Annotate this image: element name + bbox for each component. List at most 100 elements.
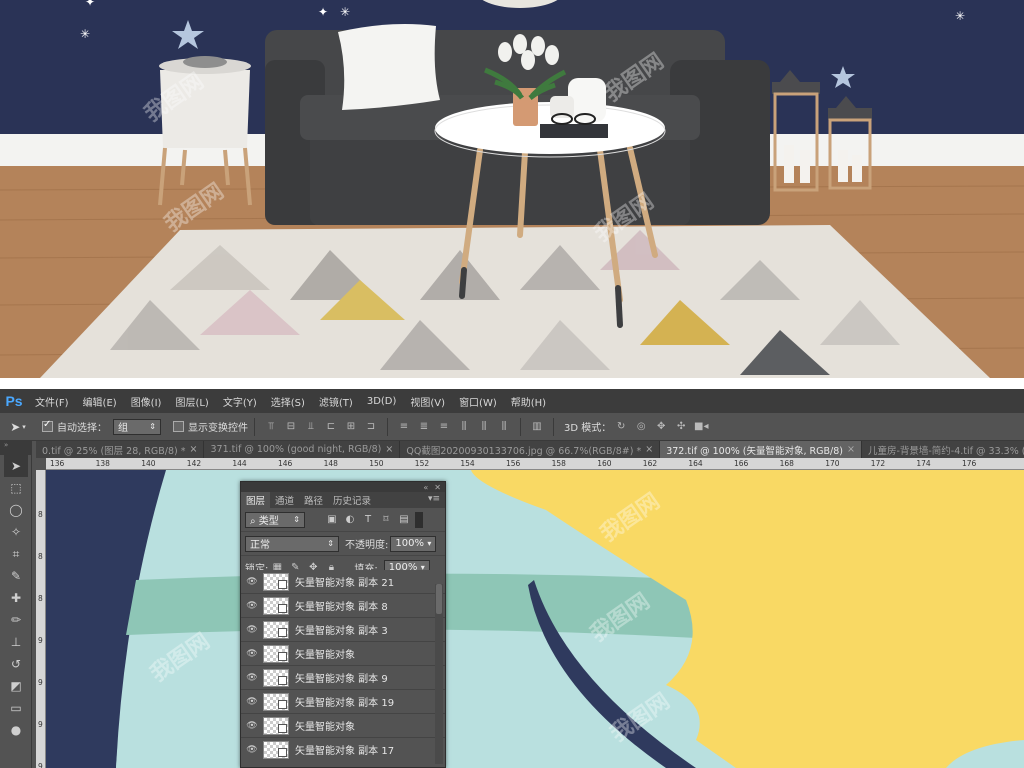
healing-tool[interactable]: ✚ <box>4 587 28 609</box>
distribute-vcenter-icon[interactable]: ≣ <box>417 420 431 434</box>
tab-channels[interactable]: 通道 <box>270 492 299 508</box>
menu-type[interactable]: 文字(Y) <box>216 394 264 409</box>
3d-pan-icon[interactable]: ✥ <box>654 420 668 434</box>
brush-tool[interactable]: ✏ <box>4 609 28 631</box>
move-icon: ➤ <box>10 459 22 473</box>
auto-select-checkbox[interactable] <box>42 419 53 432</box>
eyedropper-tool[interactable]: ✎ <box>4 565 28 587</box>
close-icon[interactable]: ✕ <box>434 483 441 492</box>
tab-layers[interactable]: 图层 <box>241 492 271 508</box>
align-vcenter-icon[interactable]: ⊟ <box>284 420 298 434</box>
tab-paths[interactable]: 路径 <box>299 492 328 508</box>
menu-filter[interactable]: 滤镜(T) <box>312 394 360 409</box>
filter-toggle-icon[interactable] <box>415 511 423 528</box>
filter-pixel-icon[interactable]: ▣ <box>325 513 339 527</box>
layer-row[interactable]: 👁︎ 矢量智能对象 副本 8 <box>241 594 445 618</box>
ruler-tick-label: 9 <box>38 636 43 645</box>
document-tab[interactable]: 0.tif @ 25% (图层 28, RGB/8) * × <box>36 441 205 458</box>
3d-rotate-icon[interactable]: ↻ <box>614 420 628 434</box>
eye-icon[interactable]: 👁︎ <box>241 721 263 731</box>
3d-slide-icon[interactable]: ✣ <box>674 420 688 434</box>
3d-scale-icon[interactable]: ■◂ <box>694 420 708 434</box>
menu-image[interactable]: 图像(I) <box>124 394 169 409</box>
auto-select-target-dropdown[interactable]: 组 ⇕ <box>113 418 161 435</box>
document-tab[interactable]: QQ截图20200930133706.jpg @ 66.7%(RGB/8#) *… <box>400 441 661 458</box>
layer-row[interactable]: 👁︎ 矢量智能对象 副本 3 <box>241 618 445 642</box>
eye-icon[interactable]: 👁︎ <box>241 673 263 683</box>
show-transform-checkbox[interactable] <box>173 421 184 432</box>
menu-select[interactable]: 选择(S) <box>264 394 312 409</box>
eye-icon[interactable]: 👁︎ <box>241 625 263 635</box>
magic-wand-tool[interactable]: ✧ <box>4 521 28 543</box>
close-tab-icon[interactable]: × <box>190 444 198 455</box>
distribute-left-icon[interactable]: ⫼ <box>457 420 471 434</box>
distribute-bottom-icon[interactable]: ≡ <box>437 420 451 434</box>
crop-tool[interactable]: ⌗ <box>4 543 28 565</box>
gradient-tool[interactable]: ▭ <box>4 697 28 719</box>
close-tab-icon[interactable]: × <box>645 444 653 455</box>
document-tab-label: 371.tif @ 100% (good night, RGB/8) <box>210 444 382 455</box>
lasso-tool[interactable]: ◯ <box>4 499 28 521</box>
align-left-icon[interactable]: ⊏ <box>324 420 338 434</box>
menu-file[interactable]: 文件(F) <box>28 394 76 409</box>
layer-row[interactable]: 👁︎ 矢量智能对象 <box>241 642 445 666</box>
stamp-icon: ⊥ <box>10 635 22 649</box>
document-canvas[interactable]: 我图网 我图网 我图网 我图网 <box>46 470 1024 768</box>
blur-tool[interactable]: ● <box>4 719 28 741</box>
marquee-tool[interactable]: ⬚ <box>4 477 28 499</box>
close-tab-icon[interactable]: × <box>847 444 855 455</box>
stamp-tool[interactable]: ⊥ <box>4 631 28 653</box>
blend-mode-dropdown[interactable]: 正常 ⇕ <box>245 535 339 552</box>
opacity-field[interactable]: 100% ▾ <box>390 535 437 552</box>
history-brush-tool[interactable]: ↺ <box>4 653 28 675</box>
menu-help[interactable]: 帮助(H) <box>504 394 553 409</box>
layer-filter-dropdown[interactable]: ⌕ 类型 ⇕ <box>245 511 305 528</box>
panel-menu-icon[interactable]: ▾≡ <box>428 494 440 504</box>
layer-row[interactable]: 👁︎ 矢量智能对象 副本 17 <box>241 738 445 760</box>
auto-align-icon[interactable]: ▥ <box>530 420 544 434</box>
collapse-icon[interactable]: « <box>423 483 428 492</box>
move-tool[interactable]: ➤ <box>4 455 28 477</box>
distribute-hcenter-icon[interactable]: ⫼ <box>477 420 491 434</box>
menu-bar: Ps 文件(F) 编辑(E) 图像(I) 图层(L) 文字(Y) 选择(S) 滤… <box>0 389 1024 413</box>
layer-thumbnail <box>263 716 289 735</box>
filter-smart-object-icon[interactable]: ▤ <box>397 513 411 527</box>
document-tab[interactable]: 371.tif @ 100% (good night, RGB/8) × <box>204 441 401 458</box>
eye-icon[interactable]: 👁︎ <box>241 745 263 755</box>
eye-icon[interactable]: 👁︎ <box>241 649 263 659</box>
eye-icon[interactable]: 👁︎ <box>241 601 263 611</box>
layer-thumbnail <box>263 740 289 759</box>
layer-row[interactable]: 👁︎ 矢量智能对象 副本 21 <box>241 570 445 594</box>
3d-roll-icon[interactable]: ◎ <box>634 420 648 434</box>
document-tab[interactable]: 儿童房-背景墙-简约-4.tif @ 33.3% (图层 1, RG <box>862 441 1024 458</box>
document-tab[interactable]: 372.tif @ 100% (矢量智能对象, RGB/8) × <box>660 441 862 458</box>
filter-adjustment-icon[interactable]: ◐ <box>343 513 357 527</box>
distribute-right-icon[interactable]: ⫼ <box>497 420 511 434</box>
toolbox-header: » <box>0 441 31 455</box>
layer-row[interactable]: 👁︎ 矢量智能对象 <box>241 714 445 738</box>
distribute-top-icon[interactable]: ≡ <box>397 420 411 434</box>
menu-edit[interactable]: 编辑(E) <box>76 394 124 409</box>
align-top-icon[interactable]: ⫪ <box>264 420 278 434</box>
move-tool-preset-picker[interactable]: ➤ ▾ <box>0 413 36 441</box>
ruler-tick-label: 148 <box>323 459 338 468</box>
eraser-tool[interactable]: ◩ <box>4 675 28 697</box>
layer-list-scrollbar[interactable] <box>435 584 443 764</box>
scrollbar-thumb[interactable] <box>436 584 442 614</box>
align-bottom-icon[interactable]: ⫫ <box>304 420 318 434</box>
tab-history[interactable]: 历史记录 <box>328 492 376 508</box>
eye-icon[interactable]: 👁︎ <box>241 577 263 587</box>
close-tab-icon[interactable]: × <box>385 444 393 455</box>
eye-icon[interactable]: 👁︎ <box>241 697 263 707</box>
layer-row[interactable]: 👁︎ 矢量智能对象 副本 9 <box>241 666 445 690</box>
menu-3d[interactable]: 3D(D) <box>360 396 404 407</box>
layer-row[interactable]: 👁︎ 矢量智能对象 副本 19 <box>241 690 445 714</box>
align-hcenter-icon[interactable]: ⊞ <box>344 420 358 434</box>
menu-view[interactable]: 视图(V) <box>403 394 452 409</box>
menu-window[interactable]: 窗口(W) <box>452 394 504 409</box>
drop-icon: ● <box>10 723 22 737</box>
menu-layer[interactable]: 图层(L) <box>168 394 215 409</box>
filter-shape-icon[interactable]: ⌑ <box>379 513 393 527</box>
align-right-icon[interactable]: ⊐ <box>364 420 378 434</box>
filter-type-icon[interactable]: T <box>361 513 375 527</box>
